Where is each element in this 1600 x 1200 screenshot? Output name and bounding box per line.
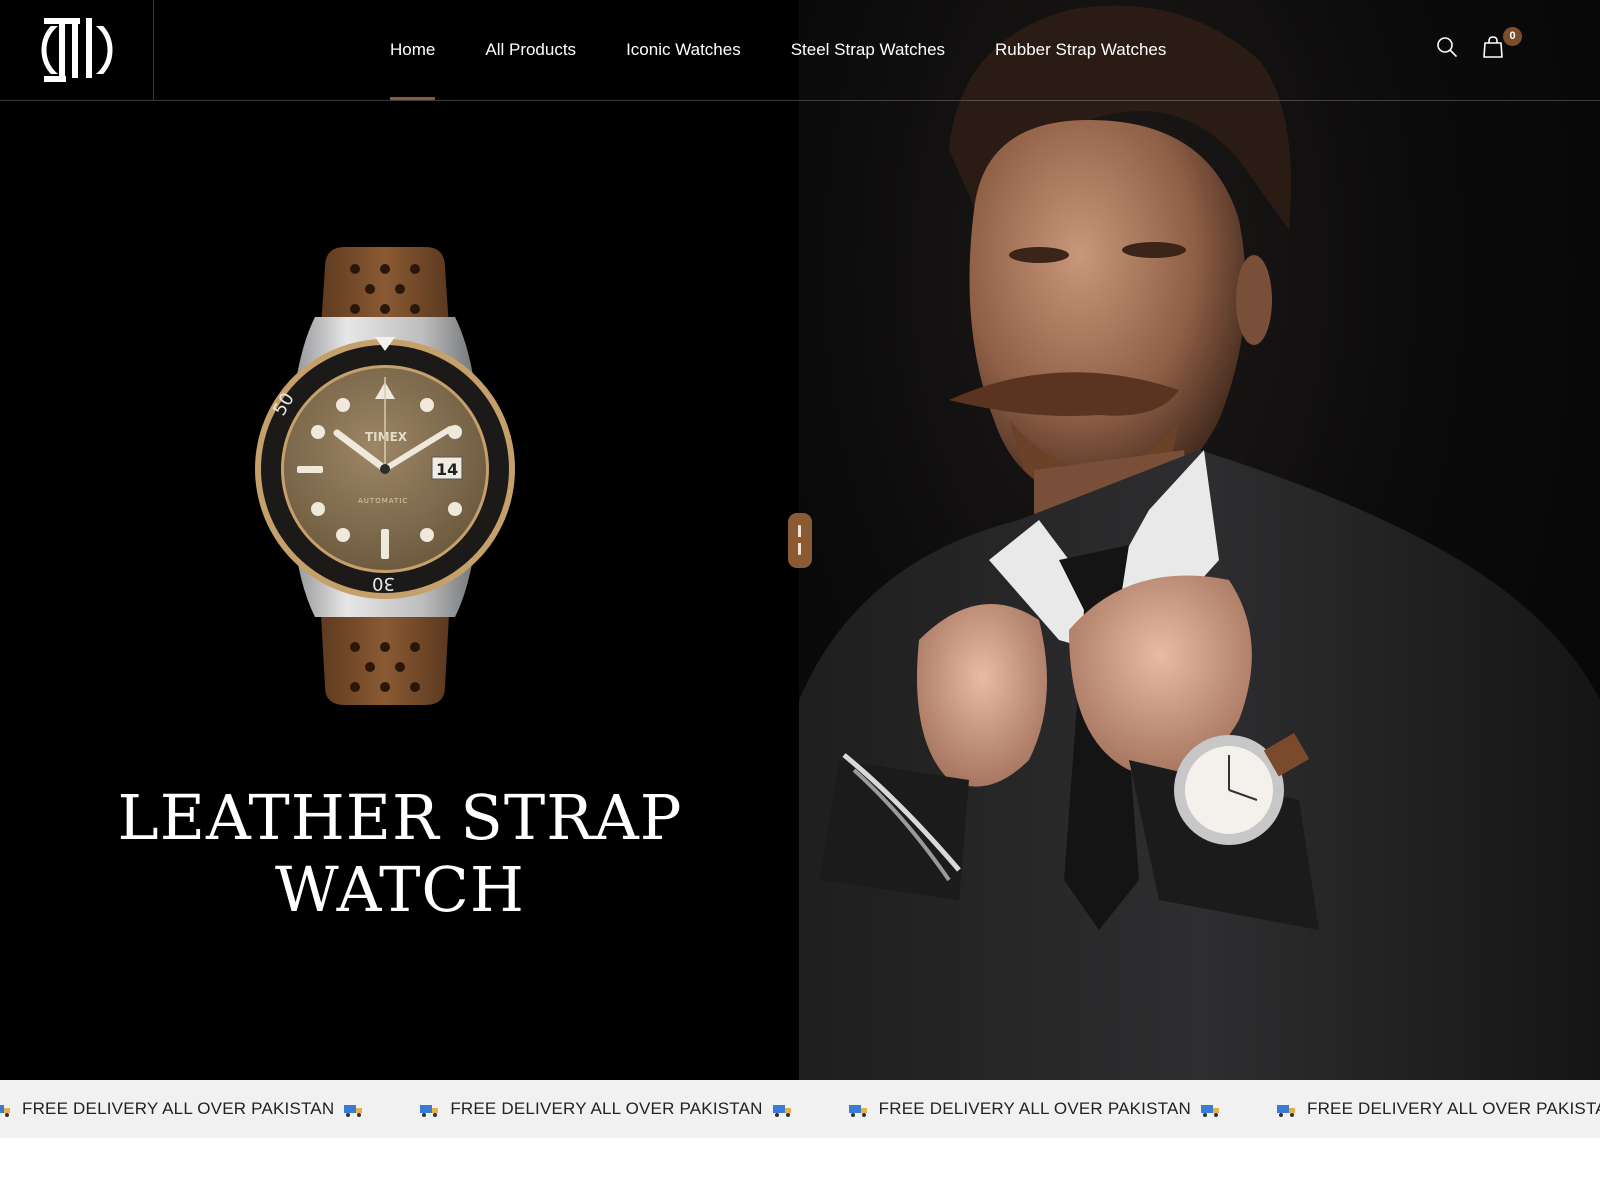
nav-steel-strap-watches[interactable]: Steel Strap Watches — [791, 0, 945, 100]
cart-count-badge: 0 — [1503, 27, 1522, 46]
page-content-below — [0, 1138, 1600, 1200]
nav-all-products[interactable]: All Products — [485, 0, 576, 100]
logo-box[interactable] — [0, 0, 154, 100]
svg-text:TIMEX: TIMEX — [365, 430, 408, 444]
main-nav: Home All Products Iconic Watches Steel S… — [390, 0, 1216, 100]
cart-button[interactable]: 0 — [1476, 27, 1522, 64]
hero-title-line1: LEATHER STRAP — [117, 781, 683, 854]
truck-icon — [1276, 1102, 1297, 1117]
shopping-bag-icon — [1483, 36, 1503, 58]
marquee-item: FREE DELIVERY ALL OVER PAKISTAN — [0, 1099, 364, 1119]
hero-right-panel — [799, 0, 1600, 1080]
svg-text:14: 14 — [436, 460, 458, 479]
marquee-text: FREE DELIVERY ALL OVER PAKISTAN — [878, 1099, 1191, 1118]
nav-rubber-strap-watches[interactable]: Rubber Strap Watches — [995, 0, 1166, 100]
hero-compare-slider: 50 30 14 TIMEX AUTOMATIC LEATHER STRAP W… — [0, 0, 1600, 1080]
hero-title-line2: WATCH — [275, 853, 525, 926]
marquee-track: FREE DELIVERY ALL OVER PAKISTAN FREE DEL… — [0, 1080, 1600, 1138]
search-button[interactable] — [1430, 30, 1464, 64]
compare-slider-handle[interactable] — [788, 513, 812, 568]
truck-icon — [0, 1102, 12, 1117]
site-header: Home All Products Iconic Watches Steel S… — [0, 0, 1600, 101]
svg-text:30: 30 — [372, 573, 395, 594]
marquee-text: FREE DELIVERY ALL OVER PAKISTAN — [1306, 1099, 1600, 1118]
truck-icon — [1200, 1102, 1221, 1117]
truck-icon — [420, 1102, 440, 1117]
search-icon — [1437, 37, 1457, 57]
header-actions: 0 — [1430, 27, 1522, 64]
hero-title: LEATHER STRAP WATCH — [100, 782, 700, 926]
truck-icon — [344, 1102, 364, 1117]
nav-iconic-watches[interactable]: Iconic Watches — [626, 0, 741, 100]
marquee-item: FREE DELIVERY ALL OVER PAKISTAN — [420, 1099, 792, 1119]
svg-text:AUTOMATIC: AUTOMATIC — [358, 497, 408, 505]
marquee-text: FREE DELIVERY ALL OVER PAKISTAN — [450, 1099, 763, 1118]
truck-icon — [772, 1102, 793, 1117]
marquee-text: FREE DELIVERY ALL OVER PAKISTAN — [22, 1099, 335, 1118]
man-with-watch-image — [799, 5, 1600, 1080]
leather-watch-image: 50 30 14 TIMEX AUTOMATIC — [255, 247, 515, 705]
marquee-item: FREE DELIVERY ALL OVER PAKISTAN — [1276, 1099, 1600, 1119]
nav-home[interactable]: Home — [390, 0, 436, 100]
truck-icon — [848, 1102, 869, 1117]
marquee-item: FREE DELIVERY ALL OVER PAKISTAN — [848, 1099, 1221, 1119]
hero-left-panel: 50 30 14 TIMEX AUTOMATIC LEATHER STRAP W… — [0, 0, 799, 1080]
brand-logo-icon[interactable] — [40, 12, 114, 88]
announcement-marquee: FREE DELIVERY ALL OVER PAKISTAN FREE DEL… — [0, 1080, 1600, 1138]
